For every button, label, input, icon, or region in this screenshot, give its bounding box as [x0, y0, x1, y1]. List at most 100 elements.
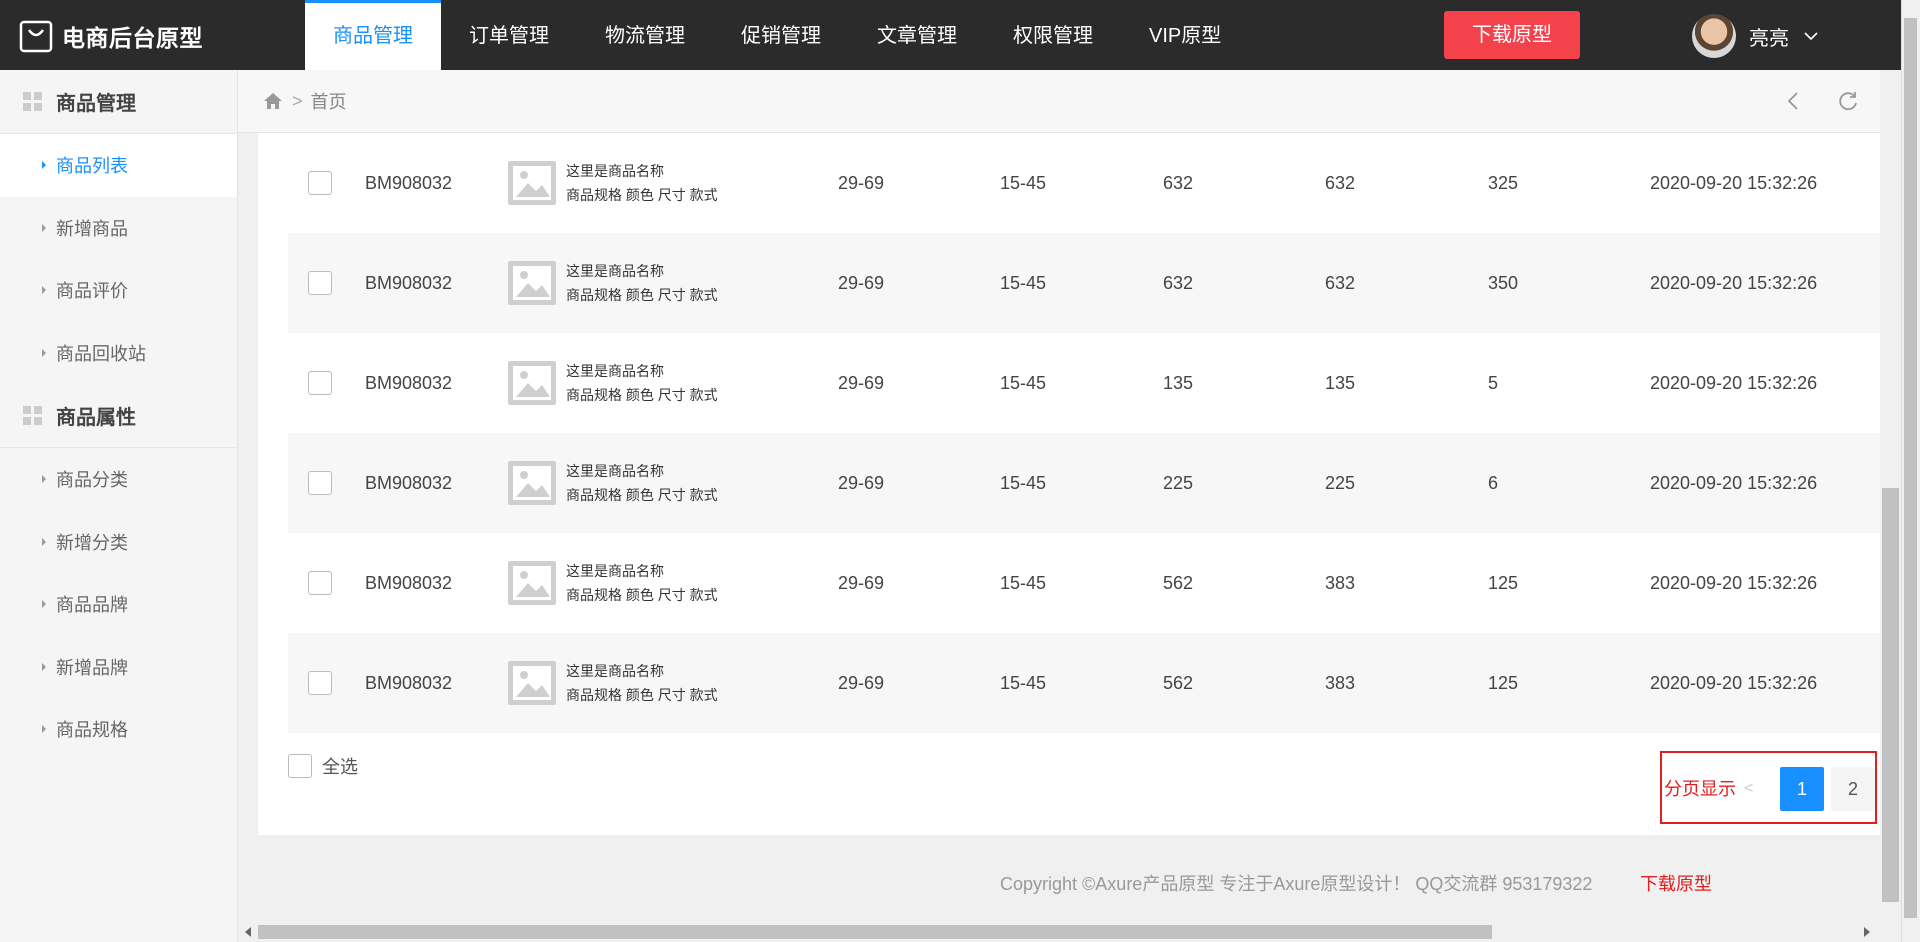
footer-download-link[interactable]: 下载原型 — [1640, 870, 1712, 896]
page-button-1[interactable]: 1 — [1780, 767, 1824, 811]
table-row[interactable]: 这里是商品名称 商品规格 颜色 尺寸 款式 BM908032 29-69 15-45 56… — [288, 533, 1880, 633]
available-count: 225 — [1325, 473, 1356, 493]
sidebar-item-add-product[interactable]: 新增商品 — [0, 197, 237, 260]
grid-icon — [23, 405, 42, 425]
pagination-note: 分页显示 — [1664, 779, 1736, 799]
scroll-left-arrow-icon[interactable] — [245, 927, 251, 937]
sidebar-item-product-brand[interactable]: 商品品牌 — [0, 573, 237, 636]
nav-item-product-management[interactable]: 商品管理 — [305, 0, 441, 70]
page-button-2[interactable]: 2 — [1831, 767, 1875, 811]
scroll-right-arrow-icon[interactable] — [1864, 927, 1870, 937]
image-placeholder-icon — [508, 461, 556, 505]
nav-item-permission-management[interactable]: 权限管理 — [985, 0, 1121, 70]
horizontal-scrollbar-thumb[interactable] — [258, 925, 1492, 939]
product-name[interactable]: 这里是商品名称 — [566, 159, 718, 183]
product-spec: 商品规格 颜色 尺寸 款式 — [566, 387, 718, 403]
product-name[interactable]: 这里是商品名称 — [566, 359, 718, 383]
stock-count: 562 — [1163, 573, 1194, 593]
row-checkbox[interactable] — [308, 271, 332, 295]
product-code: BM908032 — [365, 573, 453, 593]
sidebar-group-label: 商品属性 — [56, 407, 136, 429]
sidebar-item-product-category[interactable]: 商品分类 — [0, 448, 237, 511]
user-name: 亮亮 — [1749, 27, 1789, 50]
sidebar-item-product-recycle-bin[interactable]: 商品回收站 — [0, 322, 237, 385]
bullet-icon — [42, 725, 46, 734]
row-checkbox[interactable] — [308, 471, 332, 495]
product-spec: 商品规格 颜色 尺寸 款式 — [566, 687, 718, 703]
updated-time: 2020-09-20 15:32:26 — [1650, 373, 1818, 393]
nav-item-promotion-management[interactable]: 促销管理 — [713, 0, 849, 70]
table-row[interactable]: 这里是商品名称 商品规格 颜色 尺寸 款式 BM908032 29-69 15-45 22… — [288, 433, 1880, 533]
sidebar-group-product-attributes[interactable]: 商品属性 — [0, 384, 237, 448]
row-checkbox[interactable] — [308, 571, 332, 595]
product-code: BM908032 — [365, 473, 453, 493]
available-count: 632 — [1325, 173, 1356, 193]
bullet-icon — [42, 161, 46, 170]
sidebar-group-label: 商品管理 — [56, 93, 136, 115]
row-checkbox[interactable] — [308, 671, 332, 695]
sales-count: 6 — [1488, 473, 1499, 493]
nav-item-article-management[interactable]: 文章管理 — [849, 0, 985, 70]
content-scrollbar-thumb[interactable] — [1882, 488, 1899, 902]
price-range: 29-69 — [838, 573, 885, 593]
select-all-row[interactable]: 全选 — [288, 753, 358, 779]
brand-title: 电商后台原型 — [62, 25, 203, 51]
product-spec: 商品规格 颜色 尺寸 款式 — [566, 187, 718, 203]
sales-count: 125 — [1488, 573, 1519, 593]
refresh-icon[interactable] — [1836, 89, 1860, 113]
sidebar-item-label: 新增分类 — [56, 532, 128, 553]
sidebar-item-add-category[interactable]: 新增分类 — [0, 511, 237, 574]
row-checkbox[interactable] — [308, 171, 332, 195]
breadcrumb-home[interactable]: 首页 — [311, 88, 347, 114]
updated-time: 2020-09-20 15:32:26 — [1650, 673, 1818, 693]
secondary-range: 15-45 — [1000, 273, 1047, 293]
sidebar-item-product-spec[interactable]: 商品规格 — [0, 698, 237, 761]
window-scrollbar-thumb[interactable] — [1904, 18, 1917, 918]
product-name[interactable]: 这里是商品名称 — [566, 559, 718, 583]
product-name[interactable]: 这里是商品名称 — [566, 259, 718, 283]
home-icon[interactable] — [262, 90, 284, 112]
top-navigation-bar: 电商后台原型 商品管理 订单管理 物流管理 促销管理 文章管理 权限管理 VIP… — [0, 0, 1901, 70]
select-all-label: 全选 — [322, 757, 358, 777]
sidebar-item-add-brand[interactable]: 新增品牌 — [0, 636, 237, 699]
product-name[interactable]: 这里是商品名称 — [566, 459, 718, 483]
sidebar-group-product-management[interactable]: 商品管理 — [0, 70, 237, 134]
table-row[interactable]: 这里是商品名称 商品规格 颜色 尺寸 款式 BM908032 29-69 15-45 63… — [288, 233, 1880, 333]
secondary-range: 15-45 — [1000, 673, 1047, 693]
sidebar-item-product-list[interactable]: 商品列表 — [0, 134, 237, 197]
sales-count: 350 — [1488, 273, 1519, 293]
back-icon[interactable] — [1783, 90, 1805, 112]
bullet-icon — [42, 600, 46, 609]
secondary-range: 15-45 — [1000, 473, 1047, 493]
sidebar-item-product-reviews[interactable]: 商品评价 — [0, 259, 237, 322]
nav-item-logistics-management[interactable]: 物流管理 — [577, 0, 713, 70]
updated-time: 2020-09-20 15:32:26 — [1650, 473, 1818, 493]
table-row[interactable]: 这里是商品名称 商品规格 颜色 尺寸 款式 BM908032 29-69 15-45 13… — [288, 333, 1880, 433]
sidebar-item-label: 新增商品 — [56, 218, 128, 239]
image-placeholder-icon — [508, 561, 556, 605]
table-row[interactable]: 这里是商品名称 商品规格 颜色 尺寸 款式 BM908032 29-69 15-45 56… — [288, 633, 1880, 733]
sidebar-item-label: 新增品牌 — [56, 657, 128, 678]
product-info: 这里是商品名称商品规格 颜色 尺寸 款式 — [566, 159, 718, 207]
download-prototype-button[interactable]: 下载原型 — [1444, 11, 1580, 59]
bullet-icon — [42, 475, 46, 484]
product-code: BM908032 — [365, 673, 453, 693]
prev-page-button[interactable]: < — [1744, 780, 1753, 798]
brand-logo[interactable]: 电商后台原型 — [18, 18, 203, 54]
user-menu[interactable]: 亮亮 — [1692, 14, 1819, 58]
product-info: 这里是商品名称 商品规格 颜色 尺寸 款式 — [566, 259, 718, 307]
nav-item-order-management[interactable]: 订单管理 — [441, 0, 577, 70]
product-info: 这里是商品名称商品规格 颜色 尺寸 款式 — [566, 359, 718, 407]
product-info: 这里是商品名称商品规格 颜色 尺寸 款式 — [566, 659, 718, 707]
row-checkbox[interactable] — [308, 371, 332, 395]
nav-item-vip-prototype[interactable]: VIP原型 — [1121, 0, 1249, 70]
updated-time: 2020-09-20 15:32:26 — [1650, 573, 1818, 593]
product-code: BM908032 — [365, 273, 453, 293]
bullet-icon — [42, 286, 46, 295]
product-name[interactable]: 这里是商品名称 — [566, 659, 718, 683]
price-range: 29-69 — [838, 273, 885, 293]
select-all-checkbox[interactable] — [288, 754, 312, 778]
image-placeholder-icon — [508, 161, 556, 205]
table-row[interactable]: 这里是商品名称 商品规格 颜色 尺寸 款式 BM908032 29-69 15-45 63… — [288, 133, 1880, 233]
image-placeholder-icon — [508, 261, 556, 305]
